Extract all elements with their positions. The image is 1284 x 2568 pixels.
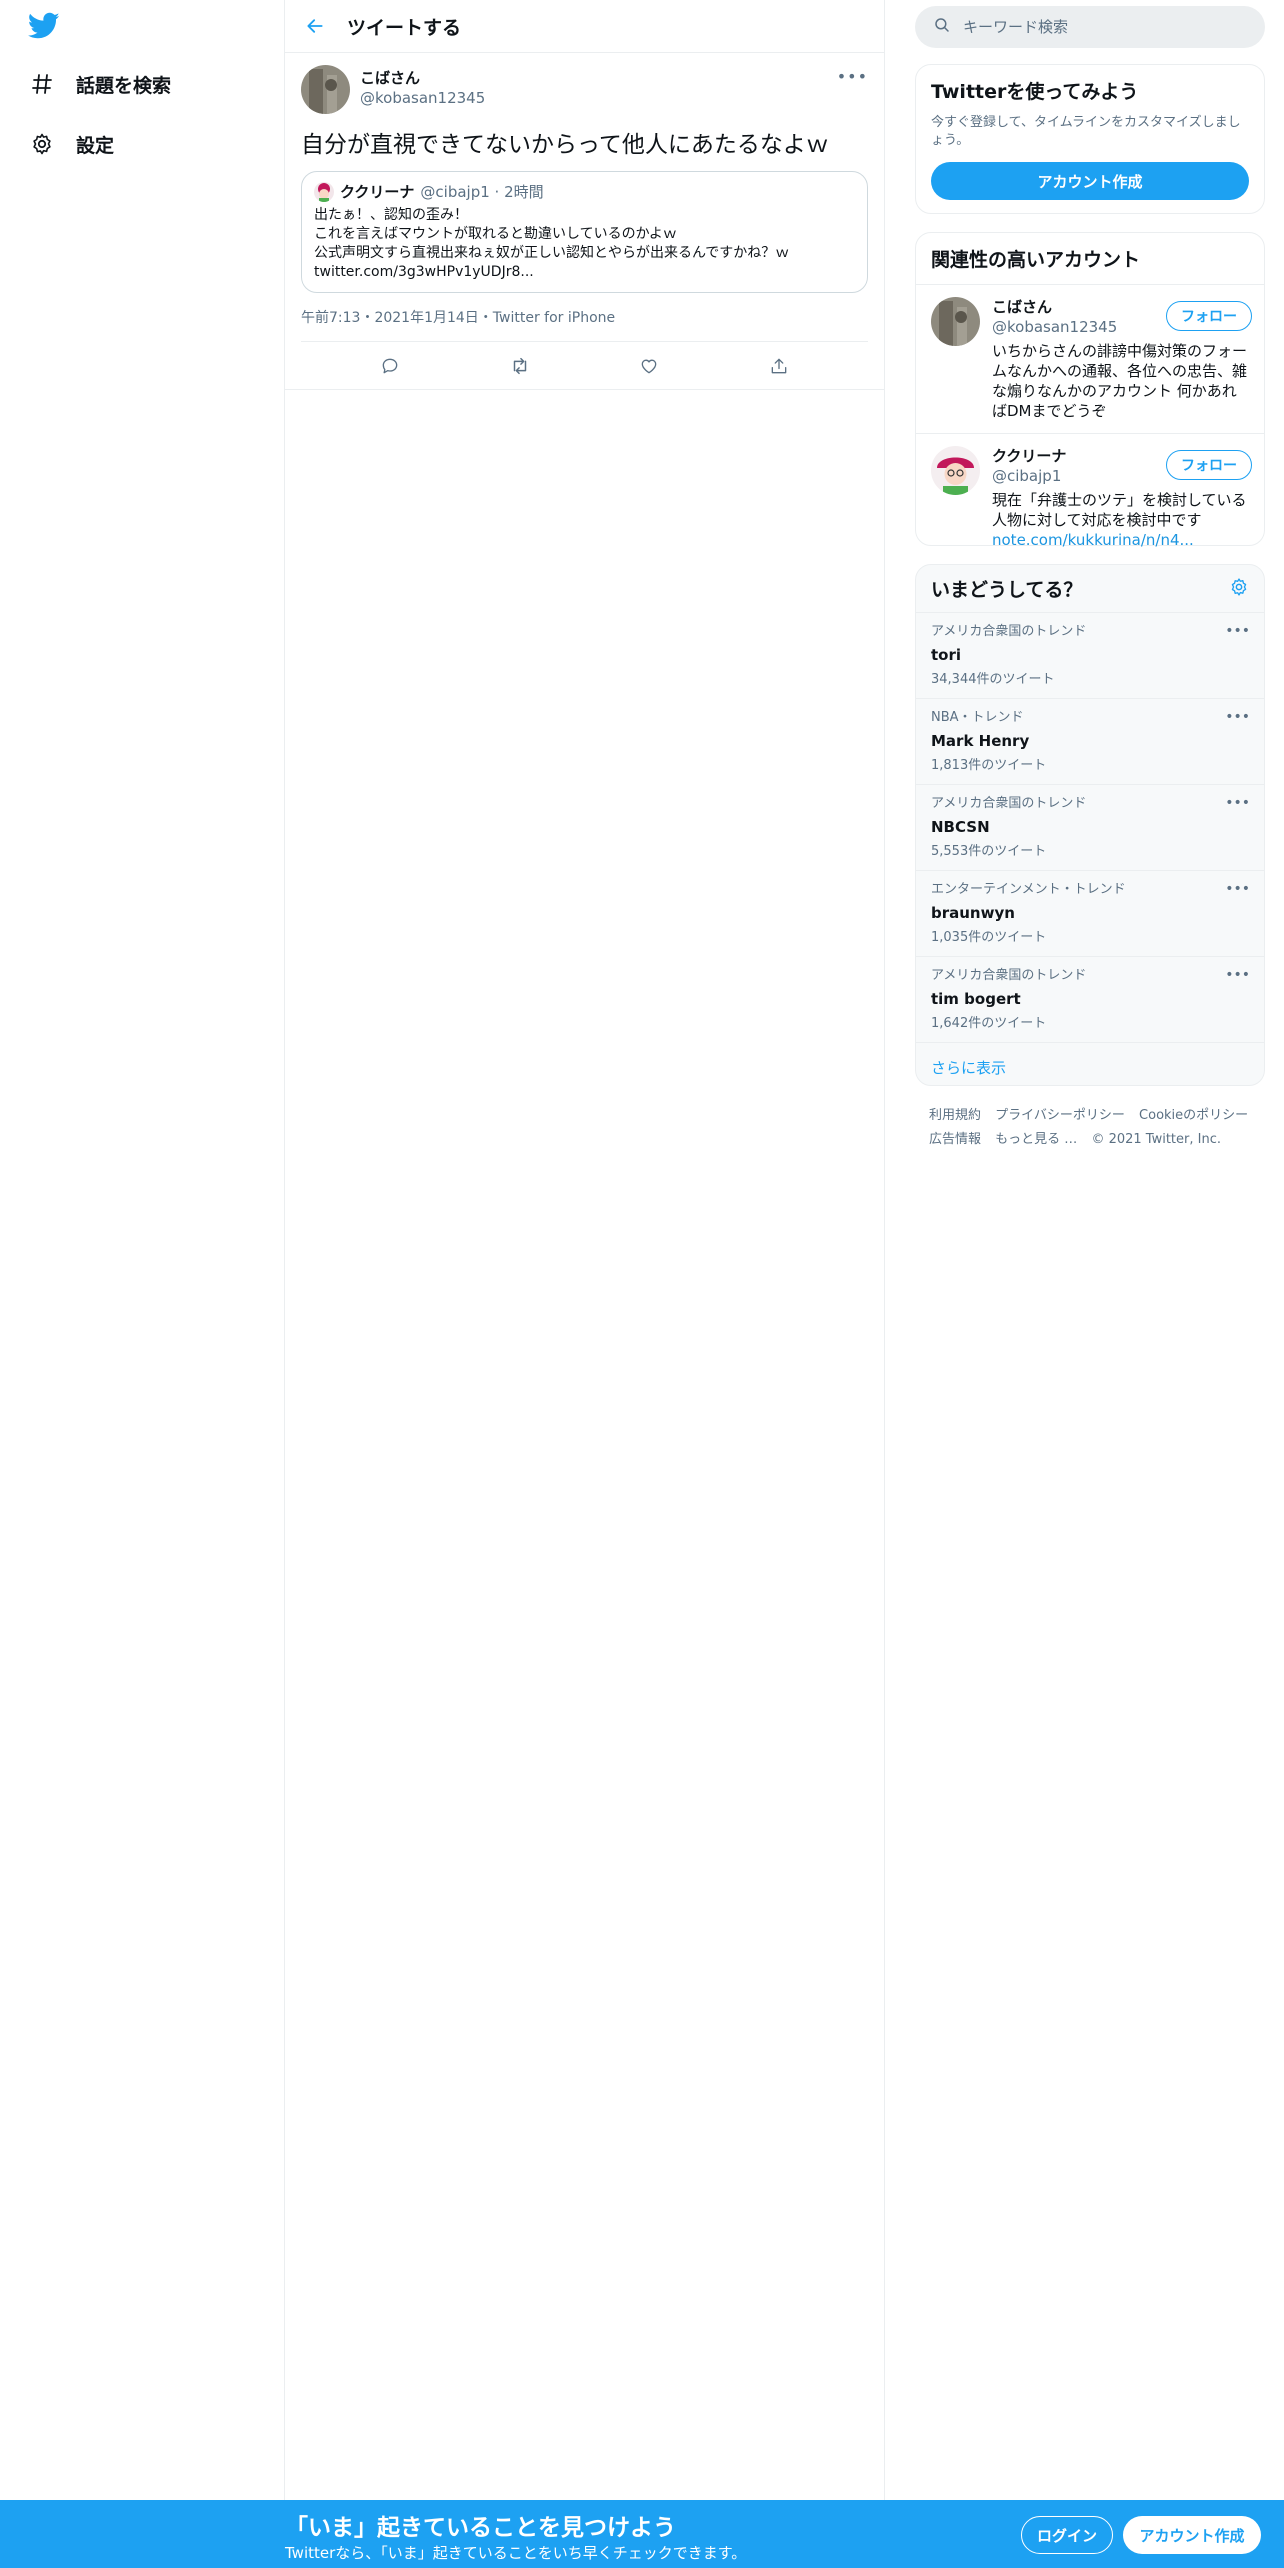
login-button[interactable]: ログイン	[1021, 2516, 1113, 2554]
trend-context: アメリカ合衆国のトレンド	[931, 796, 1087, 811]
trend-count: 1,813件のツイート	[931, 758, 1047, 773]
main-header: ツイートする	[285, 0, 884, 53]
create-account-button[interactable]: アカウント作成	[931, 162, 1249, 200]
tweet-timestamp[interactable]: 午前7:13・2021年1月14日・Twitter for iPhone	[301, 307, 868, 342]
hashtag-icon	[28, 70, 56, 98]
footer-more-link[interactable]: もっと見る …	[995, 1132, 1077, 1147]
account-bio: 現在「弁護士のツテ」を検討している人物に対して対応を検討中です	[992, 491, 1247, 529]
footer-copyright: © 2021 Twitter, Inc.	[1091, 1132, 1221, 1147]
trend-count: 1,642件のツイート	[931, 1016, 1047, 1031]
footer-cookie-link[interactable]: Cookieのポリシー	[1139, 1108, 1248, 1123]
related-accounts-card: 関連性の高いアカウント こばさん @kobasan12345 いちからさんの誹謗…	[915, 232, 1265, 549]
bottom-signup-bar: 「いま」起きていることを見つけよう Twitterなら、「いま」起きていることを…	[0, 2500, 1284, 2568]
account-item[interactable]: こばさん @kobasan12345 いちからさんの誹謗中傷対策のフォームなんか…	[916, 284, 1264, 433]
trend-count: 5,553件のツイート	[931, 844, 1047, 859]
search-icon	[933, 16, 951, 38]
search-input[interactable]	[963, 18, 1243, 36]
author-handle[interactable]: @kobasan12345	[360, 88, 485, 108]
quote-author-handle: @cibajp1 · 2時間	[420, 183, 544, 201]
trend-context: エンターテインメント・トレンド	[931, 882, 1126, 897]
trends-card: いまどうしてる？ アメリカ合衆国のトレンド tori 34,344件のツイート …	[915, 564, 1265, 1086]
trend-more-icon[interactable]: •••	[1225, 623, 1250, 639]
trend-context: アメリカ合衆国のトレンド	[931, 968, 1087, 983]
trend-item[interactable]: アメリカ合衆国のトレンド NBCSN 5,553件のツイート •••	[916, 785, 1264, 871]
footer-terms-link[interactable]: 利用規約	[929, 1108, 981, 1123]
search-bar[interactable]	[915, 6, 1265, 48]
gear-icon	[28, 130, 56, 158]
footer-privacy-link[interactable]: プライバシーポリシー	[995, 1108, 1125, 1123]
twitter-logo-icon[interactable]	[27, 12, 64, 44]
avatar	[931, 446, 980, 495]
retweet-icon[interactable]	[502, 348, 538, 384]
left-navigation: 話題を検索 設定	[0, 0, 285, 2568]
signup-card: Twitterを使ってみよう 今すぐ登録して、タイムラインをカスタマイズしましょ…	[915, 64, 1265, 214]
bottom-bar-subtitle: Twitterなら、「いま」起きていることをいち早くチェックできます。	[285, 2544, 747, 2562]
footer: 利用規約 プライバシーポリシー Cookieのポリシー 広告情報 もっと見る ……	[929, 1104, 1269, 1152]
trend-count: 1,035件のツイート	[931, 930, 1047, 945]
trend-context: NBA・トレンド	[931, 710, 1024, 725]
main-column: ツイートする こばさん @kobasan12345 ••• 自分が直視できてない…	[285, 0, 885, 2568]
author-name[interactable]: こばさん	[360, 68, 485, 88]
trend-name: NBCSN	[931, 818, 990, 836]
follow-button[interactable]: フォロー	[1166, 450, 1252, 480]
trend-name: Mark Henry	[931, 732, 1030, 750]
tweet: こばさん @kobasan12345 ••• 自分が直視できてないからって他人に…	[285, 53, 884, 390]
signup-button[interactable]: アカウント作成	[1123, 2516, 1261, 2554]
more-options-icon[interactable]: •••	[837, 67, 868, 86]
trend-more-icon[interactable]: •••	[1225, 709, 1250, 725]
signup-title: Twitterを使ってみよう	[931, 81, 1139, 103]
trends-title: いまどうしてる？	[931, 579, 1083, 601]
show-more-link[interactable]: さらに表示	[916, 1043, 1264, 1092]
trend-name: tim bogert	[931, 990, 1021, 1008]
bottom-bar-title: 「いま」起きていることを見つけよう	[285, 2515, 676, 2541]
quote-avatar	[314, 182, 334, 202]
quote-body: 出たぁ！、認知の歪み！ これを言えばマウントが取れると勘違いしているのかよｗ 公…	[314, 207, 790, 280]
follow-button[interactable]: フォロー	[1166, 301, 1252, 331]
tweet-header: こばさん @kobasan12345 •••	[301, 65, 868, 117]
related-title: 関連性の高いアカウント	[931, 249, 1141, 271]
trend-item[interactable]: NBA・トレンド Mark Henry 1,813件のツイート •••	[916, 699, 1264, 785]
nav-settings[interactable]: 設定	[28, 124, 114, 164]
avatar[interactable]	[301, 65, 350, 114]
account-bio: いちからさんの誹謗中傷対策のフォームなんかへの通報、各位への忠告、雑な煽りなんか…	[992, 342, 1248, 420]
trend-more-icon[interactable]: •••	[1225, 967, 1250, 983]
quote-author-name: ククリーナ	[340, 183, 415, 201]
trend-count: 34,344件のツイート	[931, 672, 1055, 687]
tweet-actions	[285, 342, 884, 390]
tweet-text: 自分が直視できてないからって他人にあたるなよｗ	[301, 132, 829, 158]
trend-item[interactable]: アメリカ合衆国のトレンド tim bogert 1,642件のツイート •••	[916, 957, 1264, 1043]
share-icon[interactable]	[761, 348, 797, 384]
trend-item[interactable]: アメリカ合衆国のトレンド tori 34,344件のツイート •••	[916, 613, 1264, 699]
trend-more-icon[interactable]: •••	[1225, 795, 1250, 811]
nav-explore-label: 話題を検索	[76, 74, 172, 97]
nav-settings-label: 設定	[76, 134, 115, 157]
account-item[interactable]: ククリーナ @cibajp1 現在「弁護士のツテ」を検討している人物に対して対応…	[916, 433, 1264, 562]
footer-ads-link[interactable]: 広告情報	[929, 1132, 981, 1147]
trend-context: アメリカ合衆国のトレンド	[931, 624, 1087, 639]
nav-explore[interactable]: 話題を検索	[28, 64, 171, 104]
trend-more-icon[interactable]: •••	[1225, 881, 1250, 897]
reply-icon[interactable]	[372, 348, 408, 384]
avatar	[931, 297, 980, 346]
trend-name: tori	[931, 646, 962, 664]
trend-item[interactable]: エンターテインメント・トレンド braunwyn 1,035件のツイート •••	[916, 871, 1264, 957]
right-sidebar: Twitterを使ってみよう 今すぐ登録して、タイムラインをカスタマイズしましょ…	[885, 0, 1284, 2568]
account-link[interactable]: note.com/kukkurina/n/n4...	[992, 530, 1249, 550]
trends-settings-gear-icon[interactable]	[1229, 577, 1249, 601]
like-icon[interactable]	[631, 348, 667, 384]
page-title: ツイートする	[347, 16, 462, 39]
quoted-tweet[interactable]: ククリーナ @cibajp1 · 2時間 出たぁ！、認知の歪み！ これを言えばマ…	[301, 171, 868, 293]
trend-name: braunwyn	[931, 904, 1015, 922]
back-arrow-icon[interactable]	[297, 8, 333, 44]
signup-subtitle: 今すぐ登録して、タイムラインをカスタマイズしましょう。	[931, 115, 1241, 148]
